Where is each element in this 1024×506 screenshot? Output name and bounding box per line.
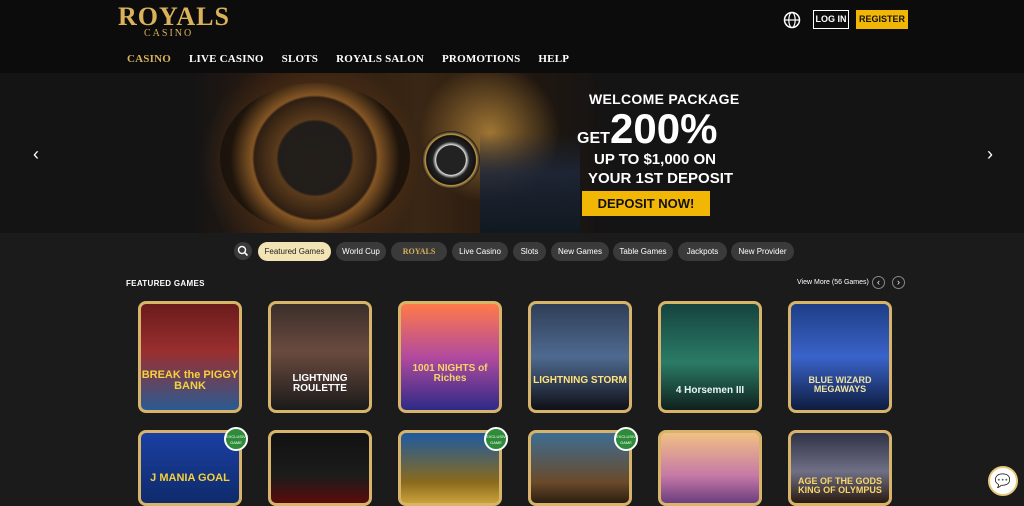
filter-table-games[interactable]: Table Games — [613, 242, 673, 261]
nav-promotions[interactable]: PROMOTIONS — [442, 53, 520, 67]
banner-next-arrow-icon[interactable]: › — [983, 145, 997, 163]
game-title: LIGHTNING STORM — [533, 375, 627, 386]
city-skyline-image — [480, 133, 580, 233]
site-header: ROYALS CASINO CASINO LIVE CASINO SLOTS R… — [0, 0, 1024, 73]
main-nav: CASINO LIVE CASINO SLOTS ROYALS SALON PR… — [127, 53, 587, 67]
casino-chip-image — [422, 131, 480, 189]
login-button[interactable]: LOG IN — [813, 10, 849, 29]
game-tile-fairy-princesses[interactable] — [658, 430, 762, 506]
promo-line-2: YOUR 1ST DEPOSIT — [588, 170, 734, 187]
register-button[interactable]: REGISTER — [856, 10, 908, 29]
game-title: BLUE WIZARD MEGAWAYS — [808, 375, 872, 394]
game-tile-lightning-roulette[interactable]: LIGHTNING ROULETTE — [268, 301, 372, 413]
promo-percent: 200% — [610, 105, 718, 152]
search-icon[interactable] — [234, 242, 252, 260]
game-title: LIGHTNING ROULETTE — [292, 373, 348, 394]
promo-banner[interactable] — [0, 73, 1024, 233]
game-title: BREAK the PIGGY BANK — [141, 369, 239, 392]
game-title: 4 Horsemen III — [675, 385, 745, 396]
nav-help[interactable]: HELP — [538, 53, 569, 67]
featured-next-icon[interactable]: › — [892, 276, 905, 289]
filter-new-games[interactable]: New Games — [551, 242, 609, 261]
nav-slots[interactable]: SLOTS — [282, 53, 318, 67]
globe-icon[interactable] — [783, 11, 801, 29]
filter-royals[interactable]: ROYALS — [391, 242, 447, 261]
filter-featured-games[interactable]: Featured Games — [258, 242, 331, 261]
game-tile-break-the-piggy-bank[interactable]: BREAK the PIGGY BANK — [138, 301, 242, 413]
nav-casino[interactable]: CASINO — [127, 53, 171, 67]
banner-prev-arrow-icon[interactable]: ‹ — [29, 145, 43, 163]
logo-sub-text: CASINO — [144, 28, 194, 39]
featured-prev-icon[interactable]: ‹ — [872, 276, 885, 289]
exclusive-game-badge: EXCLUSIVE GAME — [484, 427, 508, 451]
game-tile-age-of-the-gods-king-of-olympus[interactable]: AGE OF THE GODS KING OF OLYMPUS — [788, 430, 892, 506]
nav-live-casino[interactable]: LIVE CASINO — [189, 53, 264, 67]
deposit-now-button[interactable]: DEPOSIT NOW! — [582, 191, 710, 216]
game-tile-4-horsemen-iii[interactable]: 4 Horsemen III — [658, 301, 762, 413]
game-title: 1001 NIGHTS of Riches — [412, 363, 488, 384]
promo-line-1: UP TO $1,000 ON — [594, 151, 717, 168]
view-more-link[interactable]: View More (56 Games) — [797, 279, 869, 286]
game-title: AGE OF THE GODS KING OF OLYMPUS — [797, 476, 882, 495]
game-tile-aviator[interactable] — [268, 430, 372, 506]
featured-games-title: FEATURED GAMES — [126, 279, 205, 288]
game-tile-1001-nights-of-riches[interactable]: 1001 NIGHTS of Riches — [398, 301, 502, 413]
game-tile-lightning-storm[interactable]: LIGHTNING STORM — [528, 301, 632, 413]
game-title: J MANIA GOAL — [150, 472, 230, 484]
filter-new-provider[interactable]: New Provider — [731, 242, 794, 261]
exclusive-game-badge: EXCLUSIVE GAME — [614, 427, 638, 451]
banner-artwork — [190, 73, 610, 233]
exclusive-game-badge: EXCLUSIVE GAME — [224, 427, 248, 451]
filter-jackpots[interactable]: Jackpots — [678, 242, 727, 261]
roulette-wheel-image — [220, 83, 410, 233]
filter-live-casino[interactable]: Live Casino — [452, 242, 508, 261]
filter-world-cup[interactable]: World Cup — [336, 242, 386, 261]
filter-slots[interactable]: Slots — [513, 242, 546, 261]
promo-get: GET — [577, 130, 610, 147]
nav-royals-salon[interactable]: ROYALS SALON — [336, 53, 424, 67]
game-tile-blue-wizard-megaways[interactable]: BLUE WIZARD MEGAWAYS — [788, 301, 892, 413]
logo-main-text: ROYALS — [118, 2, 230, 31]
chat-icon[interactable]: 💬 — [988, 466, 1018, 496]
royals-casino-logo[interactable]: ROYALS CASINO — [118, 4, 229, 40]
